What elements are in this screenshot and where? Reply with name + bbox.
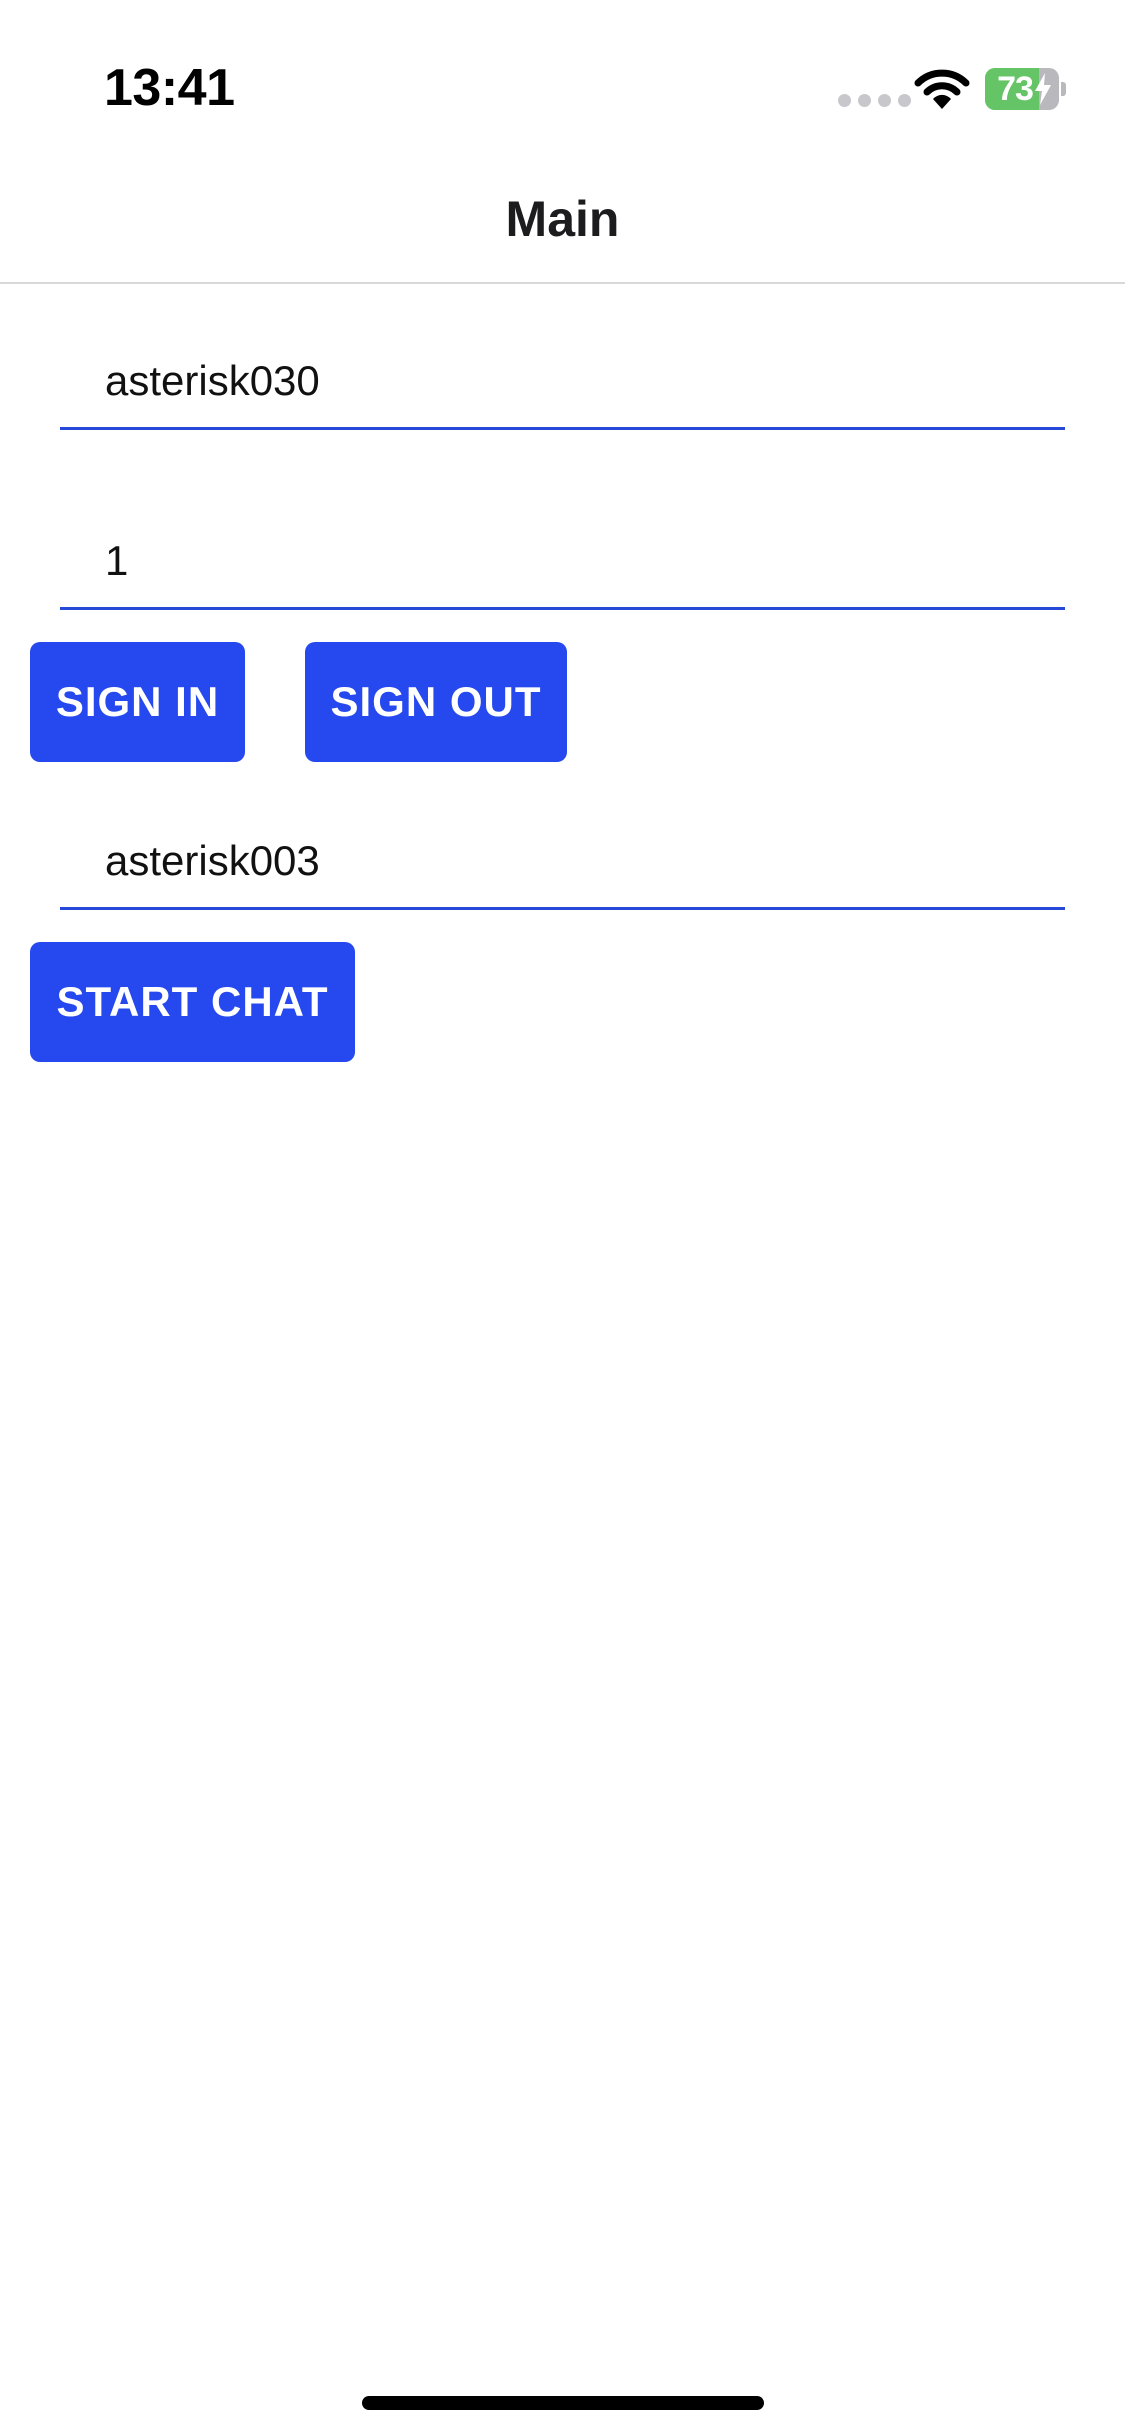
battery-nub	[1061, 82, 1066, 96]
wifi-icon	[914, 69, 970, 109]
username-input[interactable]	[60, 340, 1065, 430]
nav-header: Main	[0, 150, 1125, 284]
start-chat-button[interactable]: START CHAT	[30, 942, 355, 1062]
signal-dots-icon	[838, 94, 911, 107]
bolt-icon	[1035, 73, 1051, 105]
status-bar: 13:41 73	[0, 0, 1125, 150]
password-input[interactable]	[60, 520, 1065, 610]
home-indicator[interactable]	[362, 2396, 764, 2410]
sign-in-button[interactable]: SIGN IN	[30, 642, 245, 762]
page-title: Main	[505, 191, 620, 247]
status-time: 13:41	[104, 59, 235, 117]
sign-out-button[interactable]: SIGN OUT	[305, 642, 567, 762]
battery-indicator: 73	[985, 68, 1066, 110]
chat-target-input[interactable]	[60, 820, 1065, 910]
